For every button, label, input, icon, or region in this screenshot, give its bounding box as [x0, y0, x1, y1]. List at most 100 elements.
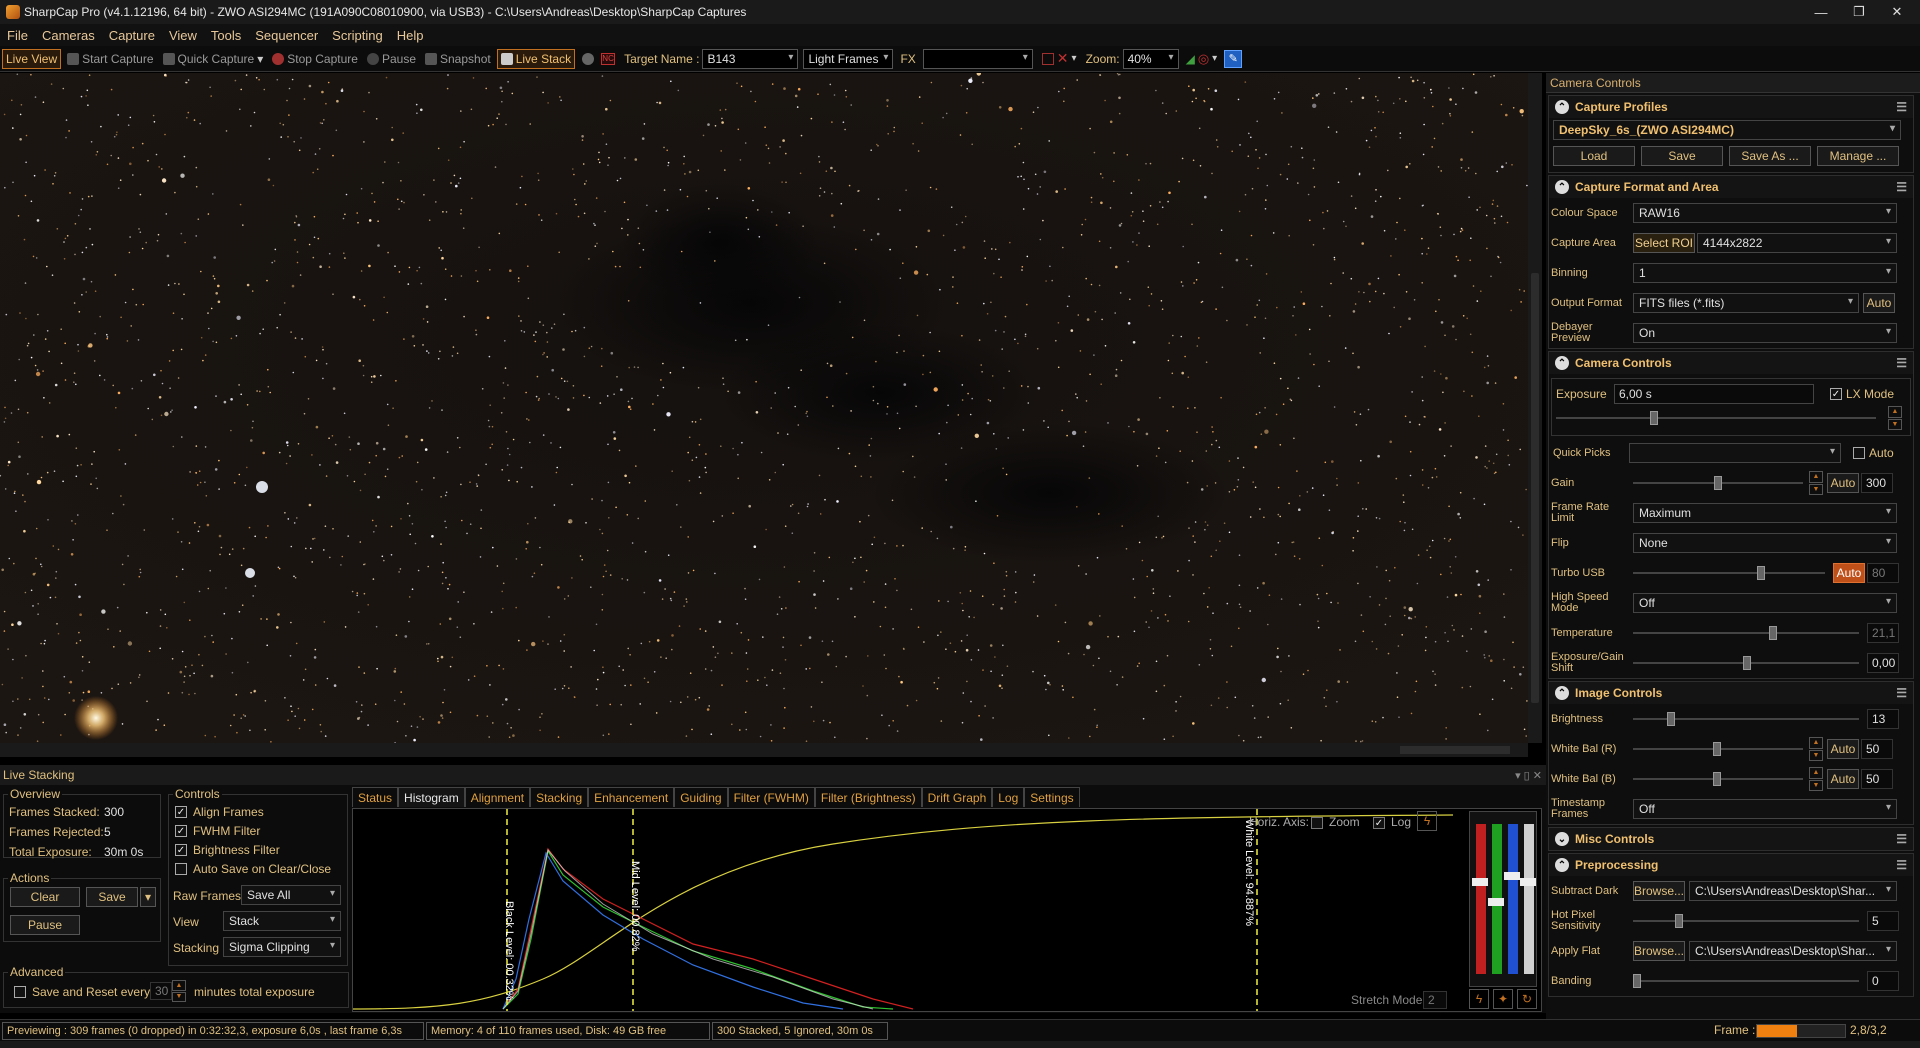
- output-format-select[interactable]: FITS files (*.fits): [1633, 293, 1859, 313]
- auto-stretch-icon[interactable]: ϟ: [1469, 989, 1489, 1009]
- section-header[interactable]: ⌃ Capture Format and Area ☰: [1549, 176, 1913, 198]
- browse-dark-button[interactable]: Browse...: [1633, 881, 1685, 901]
- reset-icon[interactable]: ↻: [1517, 989, 1537, 1009]
- binning-select[interactable]: 1: [1633, 263, 1897, 283]
- tab-log[interactable]: Log: [992, 787, 1025, 807]
- slider-knob[interactable]: [1488, 898, 1504, 906]
- turbo-usb-slider[interactable]: [1633, 566, 1825, 580]
- section-header[interactable]: ⌃ Image Controls ☰: [1549, 682, 1913, 704]
- slider-knob[interactable]: [1667, 712, 1675, 726]
- slider-knob[interactable]: [1743, 656, 1751, 670]
- live-stack-button[interactable]: Live Stack: [496, 48, 576, 69]
- exposure-gain-shift-value[interactable]: 0,00: [1867, 653, 1899, 673]
- log-checkbox[interactable]: ✓: [1373, 817, 1385, 829]
- gain-spinner[interactable]: ▲ ▼: [1809, 471, 1823, 495]
- menu-scripting[interactable]: Scripting: [325, 28, 390, 43]
- save-options-button[interactable]: ▾: [140, 887, 156, 907]
- slider-knob[interactable]: [1713, 772, 1721, 786]
- menu-capture[interactable]: Capture: [102, 28, 162, 43]
- no-calibration-icon[interactable]: NC: [601, 52, 616, 65]
- menu-tools[interactable]: Tools: [204, 28, 248, 43]
- tab-stacking[interactable]: Stacking: [530, 787, 589, 807]
- chevron-down-icon[interactable]: ▾: [1072, 53, 1077, 64]
- chevron-up-icon[interactable]: ⌃: [1555, 686, 1569, 700]
- tab-filter-brightness[interactable]: Filter (Brightness): [814, 787, 922, 807]
- menu-icon[interactable]: ☰: [1896, 686, 1907, 700]
- high-speed-select[interactable]: Off: [1633, 593, 1897, 613]
- slider-knob[interactable]: [1650, 411, 1658, 425]
- hot-pixel-value[interactable]: 5: [1867, 911, 1899, 931]
- save-profile-button[interactable]: Save: [1641, 146, 1723, 166]
- white-bal-b-auto-button[interactable]: Auto: [1827, 769, 1859, 789]
- star-icon[interactable]: ✦: [1493, 989, 1513, 1009]
- menu-icon[interactable]: ☰: [1896, 832, 1907, 846]
- hot-pixel-slider[interactable]: [1633, 914, 1859, 928]
- timestamp-select[interactable]: Off: [1633, 799, 1897, 819]
- minutes-spinner[interactable]: ▲ ▼: [172, 980, 186, 1002]
- menu-view[interactable]: View: [162, 28, 204, 43]
- manage-button[interactable]: Manage ...: [1817, 146, 1899, 166]
- tab-status[interactable]: Status: [352, 787, 399, 807]
- align-frames-checkbox[interactable]: ✓: [175, 806, 187, 818]
- gain-value[interactable]: 300: [1861, 473, 1893, 493]
- chevron-up-icon[interactable]: ⌃: [1555, 858, 1569, 872]
- tab-filter-fwhm[interactable]: Filter (FWHM): [727, 787, 815, 807]
- close-icon[interactable]: ▾ ▯ ✕: [1515, 769, 1542, 782]
- slider-knob[interactable]: [1520, 878, 1536, 886]
- menu-file[interactable]: File: [0, 28, 35, 43]
- exposure-input[interactable]: 6,00 s: [1614, 384, 1814, 404]
- menu-cameras[interactable]: Cameras: [35, 28, 102, 43]
- slider-knob[interactable]: [1714, 476, 1722, 490]
- luminance-stretch-slider[interactable]: [1524, 824, 1534, 974]
- red-stretch-slider[interactable]: [1476, 824, 1486, 974]
- brightness-slider[interactable]: [1633, 712, 1859, 726]
- white-bal-r-auto-button[interactable]: Auto: [1827, 739, 1859, 759]
- stop-capture-button[interactable]: Stop Capture: [269, 49, 361, 69]
- white-bal-b-spinner[interactable]: ▲ ▼: [1809, 767, 1823, 791]
- chevron-down-icon[interactable]: ▾: [1212, 53, 1217, 64]
- white-bal-b-slider[interactable]: [1633, 772, 1803, 786]
- white-bal-r-spinner[interactable]: ▲ ▼: [1809, 737, 1823, 761]
- reticle-icon[interactable]: [582, 52, 595, 65]
- load-button[interactable]: Load: [1553, 146, 1635, 166]
- debayer-select[interactable]: On: [1633, 323, 1897, 343]
- pause-button[interactable]: Pause: [364, 49, 419, 69]
- minutes-input[interactable]: 30: [150, 982, 172, 1000]
- section-header[interactable]: ⌄ Misc Controls ☰: [1549, 828, 1913, 850]
- horizontal-scrollbar[interactable]: [0, 743, 1528, 757]
- white-bal-b-value[interactable]: 50: [1861, 769, 1893, 789]
- target-name-input[interactable]: B143: [702, 48, 799, 69]
- lx-mode-checkbox[interactable]: ✓: [1830, 388, 1842, 400]
- fwhm-filter-checkbox[interactable]: ✓: [175, 825, 187, 837]
- clear-button[interactable]: Clear: [10, 887, 80, 907]
- menu-icon[interactable]: ☰: [1896, 180, 1907, 194]
- histogram-icon[interactable]: ◢: [1186, 52, 1195, 66]
- slider-knob[interactable]: [1757, 566, 1765, 580]
- white-bal-r-slider[interactable]: [1633, 742, 1803, 756]
- flat-file-select[interactable]: C:\Users\Andreas\Desktop\Shar...: [1689, 941, 1897, 961]
- tab-drift-graph[interactable]: Drift Graph: [921, 787, 993, 807]
- save-as-button[interactable]: Save As ...: [1729, 146, 1811, 166]
- zoom-checkbox[interactable]: [1311, 817, 1323, 829]
- live-view-button[interactable]: Live View: [2, 48, 62, 69]
- blue-stretch-slider[interactable]: [1508, 824, 1518, 974]
- raw-frames-select[interactable]: Save All: [241, 885, 341, 905]
- fx-select[interactable]: [922, 48, 1033, 69]
- tab-histogram[interactable]: Histogram: [398, 787, 465, 807]
- banding-value[interactable]: 0: [1867, 971, 1899, 991]
- frame-rate-select[interactable]: Maximum: [1633, 503, 1897, 523]
- annotate-icon[interactable]: ✎: [1224, 49, 1243, 68]
- white-bal-r-value[interactable]: 50: [1861, 739, 1893, 759]
- gain-slider[interactable]: [1633, 476, 1803, 490]
- close-button[interactable]: ✕: [1874, 0, 1920, 24]
- select-roi-button[interactable]: Select ROI: [1633, 233, 1695, 253]
- menu-icon[interactable]: ☰: [1896, 356, 1907, 370]
- turbo-auto-button[interactable]: Auto: [1833, 563, 1865, 583]
- brightness-value[interactable]: 13: [1867, 709, 1899, 729]
- target-icon[interactable]: ◎: [1198, 51, 1209, 67]
- scroll-thumb[interactable]: [1400, 746, 1510, 754]
- output-auto-button[interactable]: Auto: [1863, 293, 1895, 313]
- chevron-down-icon[interactable]: ⌄: [1555, 832, 1569, 846]
- image-viewer[interactable]: [0, 73, 1528, 743]
- tab-guiding[interactable]: Guiding: [674, 787, 728, 807]
